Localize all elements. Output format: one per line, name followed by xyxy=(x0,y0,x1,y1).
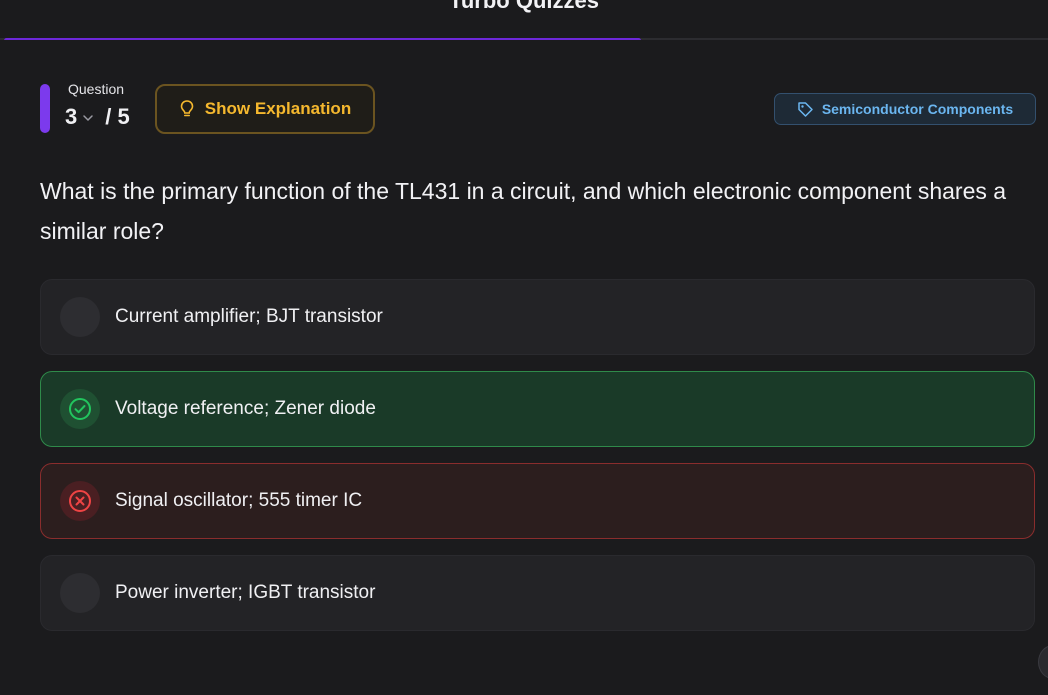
answer-option[interactable]: Power inverter; IGBT transistor xyxy=(40,555,1035,631)
chevron-down-icon[interactable] xyxy=(81,111,95,125)
answer-option-wrong[interactable]: Signal oscillator; 555 timer IC xyxy=(40,463,1035,539)
topic-tag: Semiconductor Components xyxy=(774,93,1036,125)
accent-bar xyxy=(40,84,50,133)
question-total: / 5 xyxy=(105,104,130,129)
question-counter[interactable]: 3 / 5 xyxy=(65,104,130,130)
tag-icon xyxy=(798,101,813,117)
answer-option-correct[interactable]: Voltage reference; Zener diode xyxy=(40,371,1035,447)
option-marker xyxy=(60,573,100,613)
option-label: Power inverter; IGBT transistor xyxy=(115,582,376,603)
option-marker xyxy=(60,481,100,521)
show-explanation-label: Show Explanation xyxy=(204,99,352,118)
x-circle-icon xyxy=(69,490,91,512)
answer-option[interactable]: Current amplifier; BJT transistor xyxy=(40,279,1035,355)
check-circle-icon xyxy=(69,398,91,420)
current-question-number[interactable]: 3 xyxy=(65,104,77,130)
lightbulb-icon xyxy=(180,100,194,117)
option-marker xyxy=(60,389,100,429)
question-label: Question xyxy=(68,81,125,97)
option-marker xyxy=(60,297,100,337)
option-label: Voltage reference; Zener diode xyxy=(115,398,376,419)
option-label: Signal oscillator; 555 timer IC xyxy=(115,490,363,511)
show-explanation-button[interactable]: Show Explanation xyxy=(155,84,375,134)
option-label: Current amplifier; BJT transistor xyxy=(115,306,383,327)
topic-tag-label: Semiconductor Components xyxy=(821,101,1014,117)
question-text: What is the primary function of the TL43… xyxy=(40,178,1007,244)
app-title: Turbo Quizzes xyxy=(449,0,599,13)
